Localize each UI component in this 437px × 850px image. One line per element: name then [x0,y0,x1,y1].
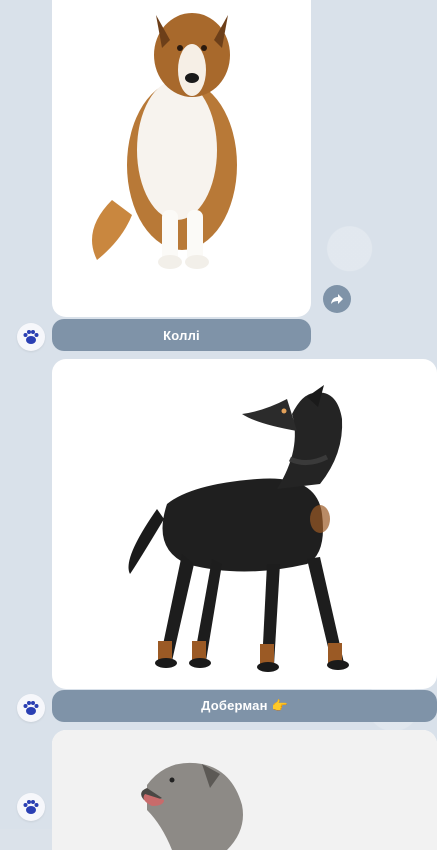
collie-photo [92,13,237,269]
wolfhound-photo-message[interactable] [52,730,437,850]
wolfhound-photo [52,730,437,850]
bot-avatar[interactable] [17,323,45,351]
bot-avatar[interactable] [17,694,45,722]
doberman-photo [128,385,349,672]
share-arrow-icon [331,294,343,304]
collie-caption-label: Коллі [163,327,200,343]
share-button[interactable] [323,285,351,313]
doberman-caption-button[interactable]: Доберман 👉 [52,690,437,722]
doberman-caption-label: Доберман 👉 [201,698,288,713]
paw-icon [23,800,39,814]
collie-caption-button[interactable]: Коллі [52,319,311,351]
paw-icon [23,701,39,715]
paw-icon [23,330,39,344]
collie-photo-message[interactable] [52,0,311,317]
bot-avatar[interactable] [17,793,45,821]
doberman-photo-message[interactable] [52,359,437,689]
